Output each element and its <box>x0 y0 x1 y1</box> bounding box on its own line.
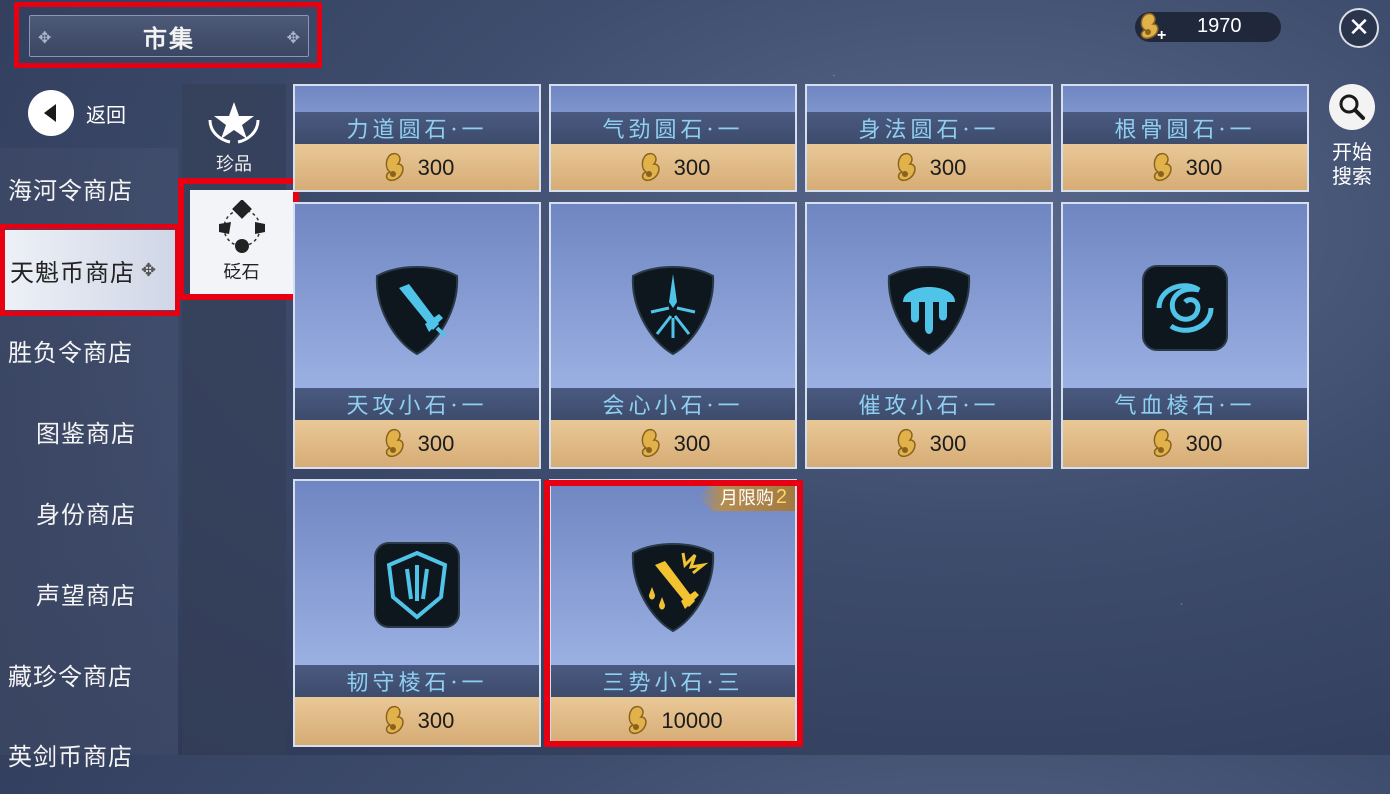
svg-text:+: + <box>1157 27 1166 44</box>
sidebar-item-tujian[interactable]: 图鉴商店 <box>0 391 176 471</box>
sidebar-item-shenfen[interactable]: 身份商店 <box>0 472 176 552</box>
back-label: 返回 <box>86 102 126 127</box>
currency-value: 1970 <box>1197 15 1242 37</box>
item-highlight <box>544 480 803 747</box>
swirl-stone-icon <box>1142 265 1228 351</box>
item-price: 300 <box>295 144 539 190</box>
price-value: 300 <box>1185 431 1223 456</box>
price-value: 300 <box>417 708 455 733</box>
price-value: 300 <box>673 431 711 456</box>
item-price: 300 <box>295 697 539 745</box>
back-arrow-icon <box>28 90 74 136</box>
sidebar-item-label: 胜负令商店 <box>8 338 133 367</box>
coin-icon <box>385 152 404 182</box>
category-zhenpin[interactable]: 珍品 <box>182 98 286 176</box>
item-name: 根骨圆石·一 <box>1063 112 1307 144</box>
item-card[interactable]: 气血棱石·一 300 <box>1061 202 1309 469</box>
coin-icon <box>641 152 660 182</box>
item-price: 300 <box>807 420 1051 467</box>
item-card[interactable]: 韧守棱石·一 300 <box>293 479 541 747</box>
item-name: 气劲圆石·一 <box>551 112 795 144</box>
item-card[interactable]: 根骨圆石·一 300 <box>1061 84 1309 192</box>
close-button[interactable]: ✕ <box>1339 8 1379 48</box>
sidebar-item-haihe[interactable]: 海河令商店 <box>0 148 176 228</box>
close-icon: ✕ <box>1348 13 1370 43</box>
drip-stone-icon <box>887 266 971 356</box>
sidebar-item-label: 英剑币商店 <box>8 742 133 771</box>
item-price: 300 <box>551 420 795 467</box>
sidebar-item-yingjian[interactable]: 英剑币商店 <box>0 714 176 794</box>
price-value: 300 <box>673 155 711 180</box>
back-button[interactable]: 返回 <box>28 90 126 136</box>
title-plate: ✥ 市集 ✥ <box>29 15 309 57</box>
category-label: 珍品 <box>216 154 252 175</box>
sword-stone-icon <box>375 266 459 356</box>
sidebar-item-cangzhen[interactable]: 藏珍令商店 <box>0 634 176 714</box>
category-zhishi[interactable]: 砭石 <box>190 190 293 294</box>
category-highlight: 砭石 <box>178 178 299 300</box>
price-value: 300 <box>929 431 967 456</box>
title-highlight: ✥ 市集 ✥ <box>14 2 322 68</box>
item-price: 300 <box>1063 420 1307 467</box>
price-value: 300 <box>929 155 967 180</box>
coin-icon <box>1153 428 1172 458</box>
coin-icon <box>897 428 916 458</box>
sidebar-item-shengwang[interactable]: 声望商店 <box>0 553 176 633</box>
stone-diamond-icon <box>218 200 265 253</box>
search-button[interactable]: 开始搜索 <box>1328 84 1376 188</box>
shield-claw-stone-icon <box>374 542 460 628</box>
item-name: 力道圆石·一 <box>295 112 539 144</box>
coin-icon <box>897 152 916 182</box>
search-label: 开始搜索 <box>1332 140 1372 188</box>
category-label: 砭石 <box>223 262 260 283</box>
search-icon <box>1329 84 1375 130</box>
coin-icon <box>1153 152 1172 182</box>
item-price: 300 <box>551 144 795 190</box>
item-name: 气血棱石·一 <box>1063 388 1307 420</box>
sidebar-item-label: 身份商店 <box>36 500 136 529</box>
sidebar-highlight <box>0 224 180 316</box>
item-name: 身法圆石·一 <box>807 112 1051 144</box>
coin-plus-icon[interactable]: + <box>1133 10 1173 44</box>
item-name: 韧守棱石·一 <box>295 665 539 697</box>
item-card[interactable]: 气劲圆石·一 300 <box>549 84 797 192</box>
price-value: 300 <box>417 431 455 456</box>
item-price: 300 <box>807 144 1051 190</box>
item-price: 300 <box>295 420 539 467</box>
item-card[interactable]: 力道圆石·一 300 <box>293 84 541 192</box>
sidebar-item-label: 藏珍令商店 <box>8 662 133 691</box>
item-card[interactable]: 会心小石·一 300 <box>549 202 797 469</box>
item-price: 300 <box>1063 144 1307 190</box>
item-card[interactable]: 天攻小石·一 300 <box>293 202 541 469</box>
ornament-icon: ✥ <box>38 28 52 47</box>
coin-icon <box>641 428 660 458</box>
currency-display[interactable]: + 1970 <box>1133 10 1281 44</box>
item-name: 天攻小石·一 <box>295 388 539 420</box>
sidebar-item-label: 声望商店 <box>36 581 136 610</box>
sidebar-item-label: 图鉴商店 <box>36 419 136 448</box>
price-value: 300 <box>1185 155 1223 180</box>
crit-burst-stone-icon <box>631 266 715 356</box>
sidebar-item-label: 海河令商店 <box>8 176 133 205</box>
coin-icon <box>385 705 404 735</box>
sidebar-item-shengfu[interactable]: 胜负令商店 <box>0 310 176 390</box>
item-card[interactable]: 催攻小石·一 300 <box>805 202 1053 469</box>
item-name: 催攻小石·一 <box>807 388 1051 420</box>
price-value: 300 <box>417 155 455 180</box>
item-name: 会心小石·一 <box>551 388 795 420</box>
star-laurel-icon <box>208 102 260 144</box>
item-card[interactable]: 身法圆石·一 300 <box>805 84 1053 192</box>
ornament-icon: ✥ <box>286 28 300 47</box>
coin-icon <box>385 428 404 458</box>
page-title: 市集 <box>143 23 195 53</box>
